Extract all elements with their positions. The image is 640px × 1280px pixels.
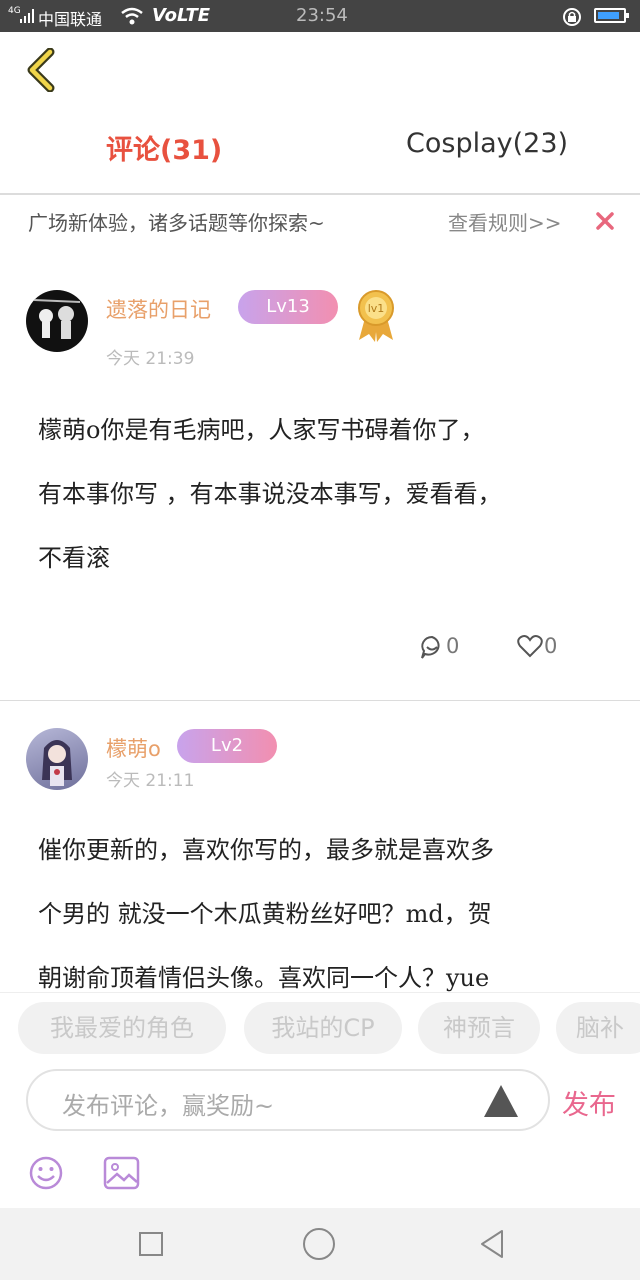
carrier-name: 中国联通	[38, 10, 103, 29]
medal-icon: lv1	[358, 290, 394, 342]
home-icon[interactable]	[302, 1227, 336, 1261]
comment-body: 催你更新的，喜欢你写的，最多就是喜欢多 个男的 就没一个木瓜黄粉丝好吧？md，贺…	[38, 818, 608, 992]
comment-username[interactable]: 檬萌o	[106, 733, 161, 763]
reply-icon[interactable]	[419, 634, 445, 660]
back-arrow-icon[interactable]	[26, 48, 56, 92]
topic-chip[interactable]: 我站的CP	[244, 1002, 402, 1054]
comment-username[interactable]: 遗落的日记	[106, 294, 211, 324]
level-badge: Lv2	[177, 729, 277, 763]
like-heart-icon[interactable]	[517, 634, 543, 658]
like-count: 0	[544, 634, 558, 658]
triangle-icon[interactable]	[482, 1083, 520, 1119]
volte-label: VoLTE	[152, 5, 211, 26]
comment-line: 个男的 就没一个木瓜黄粉丝好吧？md，贺	[38, 900, 492, 928]
comment-time: 今天 21:11	[106, 771, 195, 791]
topic-chip[interactable]: 脑补	[556, 1002, 640, 1054]
comment-line: 催你更新的，喜欢你写的，最多就是喜欢多	[38, 836, 494, 864]
tab-cosplay[interactable]: Cosplay(23)	[406, 128, 568, 159]
comment-input[interactable]: 发布评论，赢奖励~	[26, 1069, 550, 1131]
back-nav-icon[interactable]	[478, 1228, 506, 1260]
rotation-lock-icon	[563, 8, 581, 26]
tab-comments[interactable]: 评论(31)	[106, 128, 222, 167]
topic-chip[interactable]: 我最爱的角色	[18, 1002, 226, 1054]
notice-text: 广场新体验，诸多话题等你探索~	[28, 211, 325, 235]
comment-divider	[0, 700, 640, 701]
comment-time: 今天 21:39	[106, 349, 195, 369]
battery-icon	[594, 8, 629, 23]
medal-label: lv1	[368, 302, 385, 315]
wifi-icon	[121, 7, 143, 25]
signal-icon	[20, 9, 34, 23]
comment-body: 檬萌o你是有毛病吧，人家写书碍着你了， 有本事你写 ，有本事说没本事写，爱看看，…	[38, 398, 608, 590]
signal-label: 4G	[8, 6, 21, 16]
recent-apps-icon[interactable]	[138, 1231, 164, 1257]
level-badge: Lv13	[238, 290, 338, 324]
comment-input-placeholder: 发布评论，赢奖励~	[62, 1092, 275, 1120]
comment-line: 朝谢俞顶着情侣头像。喜欢同一个人？yue	[38, 964, 490, 992]
tabs-divider	[0, 193, 640, 195]
system-nav-bar	[0, 1208, 640, 1280]
comment-line: 不看滚	[38, 544, 110, 572]
clock: 23:54	[296, 5, 348, 26]
reply-count: 0	[446, 634, 460, 658]
comment-line: 有本事你写 ，有本事说没本事写，爱看看，	[38, 480, 502, 508]
close-notice-icon[interactable]	[596, 212, 614, 230]
avatar[interactable]	[26, 728, 88, 790]
comment-line: 檬萌o你是有毛病吧，人家写书碍着你了，	[38, 416, 485, 444]
rules-link[interactable]: 查看规则>>	[448, 207, 562, 236]
emoji-icon[interactable]	[28, 1155, 64, 1191]
avatar[interactable]	[26, 290, 88, 352]
image-icon[interactable]	[103, 1155, 141, 1191]
status-bar: 4G 中国联通 VoLTE 23:54	[0, 0, 640, 32]
publish-button[interactable]: 发布	[562, 1083, 616, 1122]
topic-chip[interactable]: 神预言	[418, 1002, 540, 1054]
